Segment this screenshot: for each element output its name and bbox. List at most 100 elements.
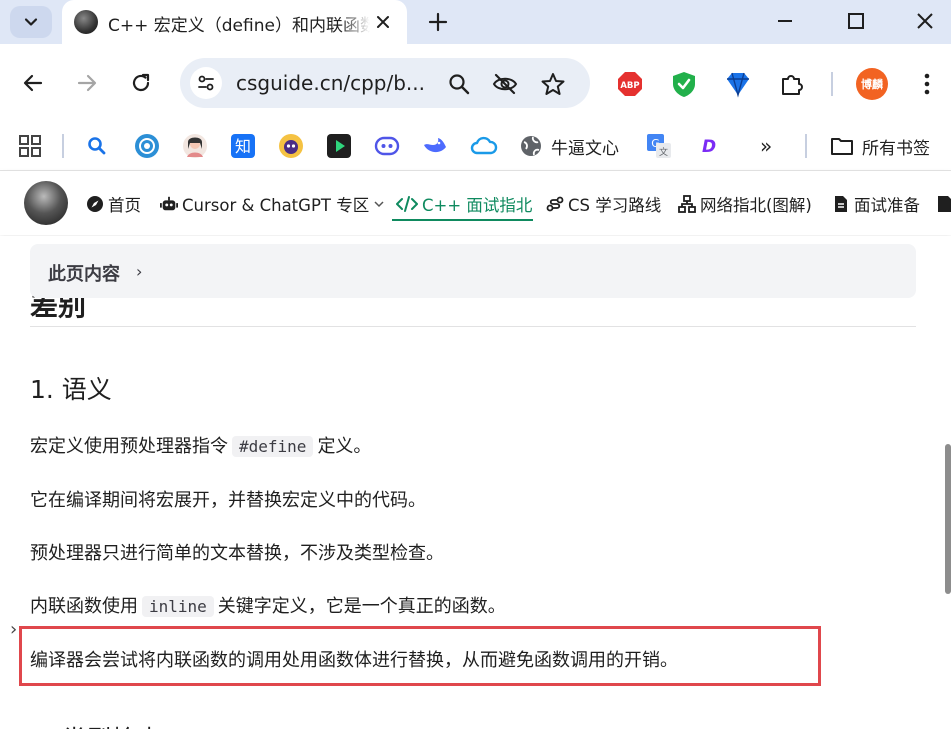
character-bookmark-icon[interactable] — [278, 130, 304, 162]
bookmarks-bar: 知 牛逼文心 G文 D » 所有书签 — [0, 122, 951, 171]
address-bar[interactable]: csguide.cn/cpp/b... — [180, 58, 590, 108]
svg-text:知: 知 — [235, 137, 251, 156]
url-text[interactable]: csguide.cn/cpp/b... — [236, 71, 425, 95]
browser-toolbar: csguide.cn/cpp/b... ABP 博麟 — [0, 44, 951, 122]
profile-avatar[interactable]: 博麟 — [856, 68, 888, 100]
tab-search-button[interactable] — [10, 6, 52, 38]
close-tab-icon[interactable] — [373, 12, 393, 32]
nav-home[interactable]: 首页 — [86, 191, 141, 217]
paragraph-text: 定义。 — [317, 436, 372, 457]
extensions-puzzle-icon[interactable] — [778, 70, 806, 98]
chevron-right-icon: › — [136, 262, 143, 281]
site-logo[interactable] — [24, 181, 68, 225]
cloud-bookmark-icon[interactable] — [470, 130, 498, 162]
forward-arrow-icon — [77, 74, 97, 92]
paragraph: 内联函数使用 inline 关键字定义，它是一个真正的函数。 — [30, 592, 506, 618]
active-tab[interactable]: C++ 宏定义（define）和内联函数 — [62, 0, 407, 44]
maximize-icon — [848, 13, 864, 29]
bookmarks-overflow-button[interactable]: » — [760, 130, 772, 162]
code-icon — [396, 195, 418, 213]
maximize-button[interactable] — [836, 6, 876, 36]
site-favicon-icon — [74, 10, 98, 34]
nav-cursor-chatgpt-label: Cursor & ChatGPT 专区 — [182, 196, 370, 215]
overflow-chevron-icon: » — [760, 134, 773, 158]
apps-grid-icon[interactable] — [18, 130, 42, 162]
svg-text:ABP: ABP — [620, 81, 639, 91]
on-this-page-toggle[interactable]: 此页内容 › — [30, 244, 916, 298]
paragraph-text: 内联函数使用 — [30, 596, 138, 617]
zhihu-bookmark-icon[interactable]: 知 — [230, 130, 256, 162]
close-icon — [917, 13, 933, 29]
document-icon — [832, 195, 850, 213]
bookmark-niubi-wenxin[interactable]: 牛逼文心 — [519, 130, 619, 162]
translate-bookmark-icon[interactable]: G文 — [646, 130, 672, 162]
adblock-plus-icon[interactable]: ABP — [616, 70, 644, 98]
profile-avatar-text: 博麟 — [861, 78, 883, 91]
highlight-box — [19, 626, 821, 686]
chat-bubble-bookmark-icon[interactable] — [374, 130, 400, 162]
shield-check-icon[interactable] — [670, 70, 698, 98]
nav-interview-prep-label: 面试准备 — [854, 196, 920, 215]
minimize-icon — [778, 20, 792, 22]
zoom-search-icon[interactable] — [446, 71, 472, 97]
more-menu-icon[interactable] — [913, 70, 941, 98]
article-content: 差别 此页内容 › 1. 语义 宏定义使用预处理器指令 #define 定义。 它在… — [0, 236, 951, 729]
svg-text:D: D — [702, 137, 716, 157]
eye-off-icon[interactable] — [492, 71, 518, 97]
nav-cpp-guide[interactable]: C++ 面试指北 — [396, 191, 532, 217]
subheading-type-check: 2. 类型检查 — [30, 720, 162, 729]
chevron-down-icon — [24, 18, 38, 26]
chevron-right-icon: › — [10, 619, 18, 640]
inline-code: inline — [142, 596, 214, 617]
minimize-button[interactable] — [765, 6, 805, 36]
tab-strip: C++ 宏定义（define）和内联函数 — [0, 0, 951, 44]
folder-icon — [831, 138, 853, 155]
heading-divider — [30, 326, 916, 327]
deepseek-bookmark-icon[interactable] — [422, 130, 448, 162]
all-bookmarks-label: 所有书签 — [862, 138, 930, 159]
search-bookmark-icon[interactable] — [86, 130, 108, 162]
tab-title: C++ 宏定义（define）和内联函数 — [108, 11, 370, 36]
nav-cursor-chatgpt[interactable]: Cursor & ChatGPT 专区 — [160, 191, 385, 217]
site-header: 首页 Cursor & ChatGPT 专区 C++ 面试指北 CS 学习路线 … — [0, 171, 951, 235]
play-bookmark-icon[interactable] — [326, 130, 352, 162]
bookmark-label: 牛逼文心 — [551, 138, 619, 159]
page-scrollbar[interactable] — [945, 444, 951, 594]
all-bookmarks-button[interactable]: 所有书签 — [830, 130, 930, 162]
d-logo-bookmark-icon[interactable]: D — [696, 130, 722, 162]
rss-bookmark-icon[interactable] — [134, 130, 160, 162]
reload-button[interactable] — [126, 68, 156, 98]
back-button[interactable] — [18, 68, 48, 98]
chevron-down-icon — [374, 201, 384, 208]
active-nav-indicator — [392, 219, 533, 221]
tune-icon — [198, 75, 214, 91]
paragraph-text: 宏定义使用预处理器指令 — [30, 436, 228, 457]
forward-button[interactable] — [72, 68, 102, 98]
paragraph: 预处理器只进行简单的文本替换，不涉及类型检查。 — [30, 543, 444, 564]
new-tab-icon[interactable] — [424, 8, 452, 36]
bookmarks-divider-right — [805, 134, 807, 158]
svg-text:文: 文 — [659, 146, 668, 158]
route-icon — [546, 195, 564, 213]
compass-icon — [86, 195, 104, 213]
diamond-extension-icon[interactable] — [724, 70, 752, 98]
nav-cs-roadmap-label: CS 学习路线 — [568, 196, 662, 215]
network-icon — [678, 195, 696, 213]
nav-network-guide-label: 网络指北(图解) — [700, 196, 812, 215]
nav-interview-prep[interactable]: 面试准备 — [832, 191, 920, 217]
back-arrow-icon — [23, 74, 43, 92]
nav-home-label: 首页 — [108, 196, 141, 215]
close-window-button[interactable] — [905, 6, 945, 36]
nav-cs-roadmap[interactable]: CS 学习路线 — [546, 191, 661, 217]
site-info-button[interactable] — [190, 67, 222, 99]
bookmark-star-icon[interactable] — [540, 71, 566, 97]
avatar-bookmark-icon[interactable] — [182, 130, 208, 162]
inline-code: #define — [232, 436, 314, 457]
subheading-semantics: 1. 语义 — [30, 375, 112, 404]
nav-network-guide[interactable]: 网络指北(图解) — [678, 191, 812, 217]
globe-icon — [521, 136, 541, 156]
nav-cpp-guide-label: C++ 面试指北 — [422, 196, 533, 215]
toolbar-divider — [831, 72, 833, 96]
robot-icon — [160, 195, 178, 213]
nav-more-icon[interactable] — [936, 191, 951, 217]
